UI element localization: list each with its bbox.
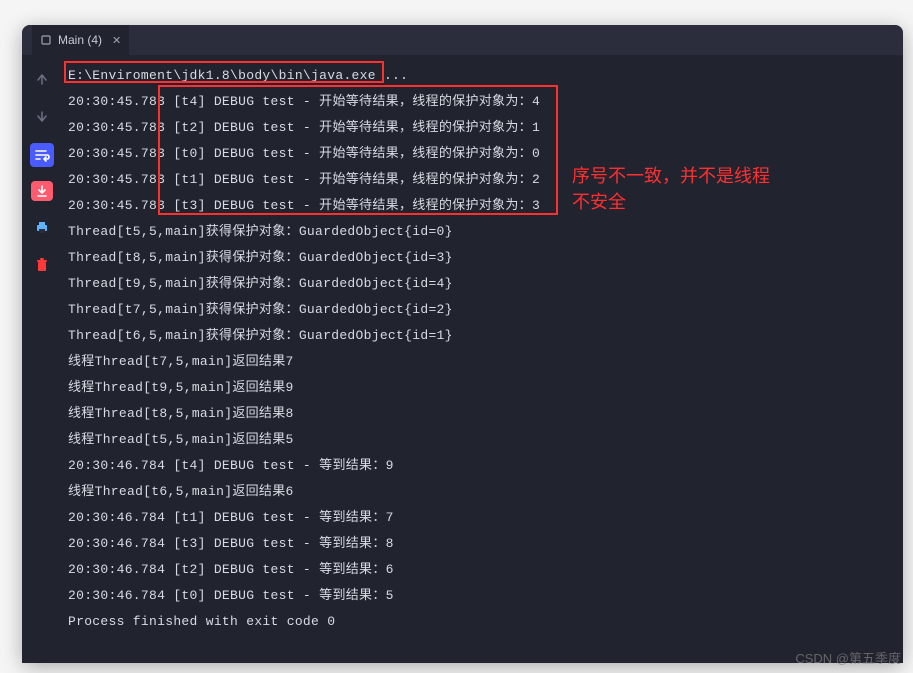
console-line: Thread[t8,5,main]获得保护对象：GuardedObject{id… [68,245,897,271]
console-line: Thread[t7,5,main]获得保护对象：GuardedObject{id… [68,297,897,323]
console-line: 20:30:45.783 [t0] DEBUG test - 开始等待结果，线程… [68,141,897,167]
close-icon[interactable]: ✕ [108,34,121,47]
console-line: 20:30:46.784 [t3] DEBUG test - 等到结果：8 [68,531,897,557]
main-panel: E:\Enviroment\jdk1.8\body\bin\java.exe .… [22,55,903,663]
console-line: 线程Thread[t7,5,main]返回结果7 [68,349,897,375]
tab-main[interactable]: Main (4) ✕ [32,25,129,55]
print-icon[interactable] [30,215,54,239]
console-line: 20:30:46.784 [t1] DEBUG test - 等到结果：7 [68,505,897,531]
console-line: E:\Enviroment\jdk1.8\body\bin\java.exe .… [68,63,897,89]
console-line: Thread[t9,5,main]获得保护对象：GuardedObject{id… [68,271,897,297]
trash-icon[interactable] [30,253,54,277]
console-line: Process finished with exit code 0 [68,609,897,635]
tab-bar: Main (4) ✕ [22,25,903,55]
console-line: 线程Thread[t5,5,main]返回结果5 [68,427,897,453]
arrow-down-icon[interactable] [30,105,54,129]
scroll-to-end-icon[interactable] [31,181,53,201]
soft-wrap-icon[interactable] [30,143,54,167]
tab-label: Main (4) [58,33,102,47]
console-line: 20:30:46.784 [t0] DEBUG test - 等到结果：5 [68,583,897,609]
ide-window: Main (4) ✕ E:\Enviroment [22,25,903,663]
console-line: 线程Thread[t6,5,main]返回结果6 [68,479,897,505]
console-line: 20:30:46.784 [t2] DEBUG test - 等到结果：6 [68,557,897,583]
gutter [22,55,62,663]
console-line: Thread[t5,5,main]获得保护对象：GuardedObject{id… [68,219,897,245]
console-line: 20:30:45.783 [t1] DEBUG test - 开始等待结果，线程… [68,167,897,193]
console-line: 线程Thread[t9,5,main]返回结果9 [68,375,897,401]
console-line: 20:30:45.783 [t2] DEBUG test - 开始等待结果，线程… [68,115,897,141]
console-output[interactable]: E:\Enviroment\jdk1.8\body\bin\java.exe .… [62,55,903,663]
run-icon [40,34,52,46]
console-line: 线程Thread[t8,5,main]返回结果8 [68,401,897,427]
console-line: Thread[t6,5,main]获得保护对象：GuardedObject{id… [68,323,897,349]
console-line: 20:30:46.784 [t4] DEBUG test - 等到结果：9 [68,453,897,479]
arrow-up-icon[interactable] [30,67,54,91]
console-line: 20:30:45.783 [t3] DEBUG test - 开始等待结果，线程… [68,193,897,219]
console-line: 20:30:45.783 [t4] DEBUG test - 开始等待结果，线程… [68,89,897,115]
